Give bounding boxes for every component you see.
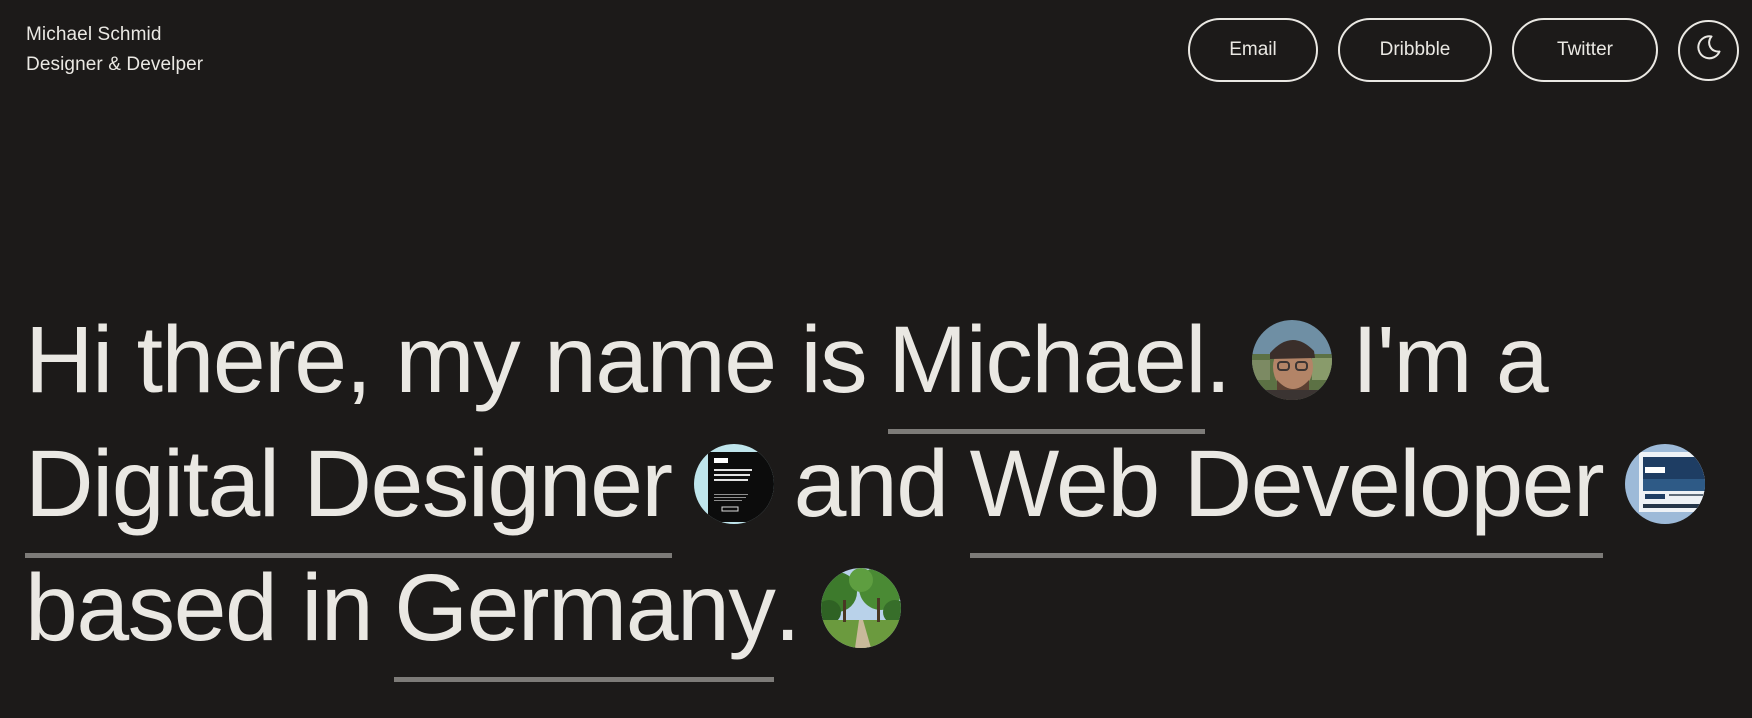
moon-icon xyxy=(1696,34,1722,66)
headline-line-2: Digital Designer and Web Developer xyxy=(25,422,1752,558)
page: Michael Schmid Designer & Develper Email… xyxy=(0,0,1752,718)
headline-line-1: Hi there, my name is Michael . I'm a xyxy=(25,298,1752,434)
intro-text-2: I'm a xyxy=(1351,307,1549,413)
twitter-button[interactable]: Twitter xyxy=(1512,18,1658,82)
sentence-end-dot: . xyxy=(774,555,800,661)
header-nav: Email Dribbble Twitter xyxy=(1188,18,1739,82)
identity: Michael Schmid Designer & Develper xyxy=(26,20,203,80)
and-text: and xyxy=(793,431,950,537)
site-owner-role: Designer & Develper xyxy=(26,54,204,75)
sentence-dot: . xyxy=(1204,307,1231,413)
theme-toggle-button[interactable] xyxy=(1678,19,1739,81)
digital-designer-link[interactable]: Digital Designer xyxy=(25,422,673,558)
site-owner-name[interactable]: Michael Schmid xyxy=(26,20,203,50)
email-button[interactable]: Email xyxy=(1188,18,1318,82)
germany-link[interactable]: Germany xyxy=(394,546,776,682)
name-link[interactable]: Michael xyxy=(888,298,1206,434)
germany-landscape-photo xyxy=(821,568,902,648)
headline-line-3: based in Germany . xyxy=(25,546,1752,682)
web-work-thumbnail xyxy=(1625,444,1706,524)
portrait-photo xyxy=(1251,320,1332,400)
intro-text: Hi there, my name is xyxy=(25,307,868,413)
hero-headline: Hi there, my name is Michael . I'm a Dig… xyxy=(25,298,1752,682)
design-work-thumbnail xyxy=(693,444,774,524)
location-text: based in xyxy=(25,555,374,661)
web-developer-link[interactable]: Web Developer xyxy=(969,422,1605,558)
dribbble-button[interactable]: Dribbble xyxy=(1338,18,1492,82)
